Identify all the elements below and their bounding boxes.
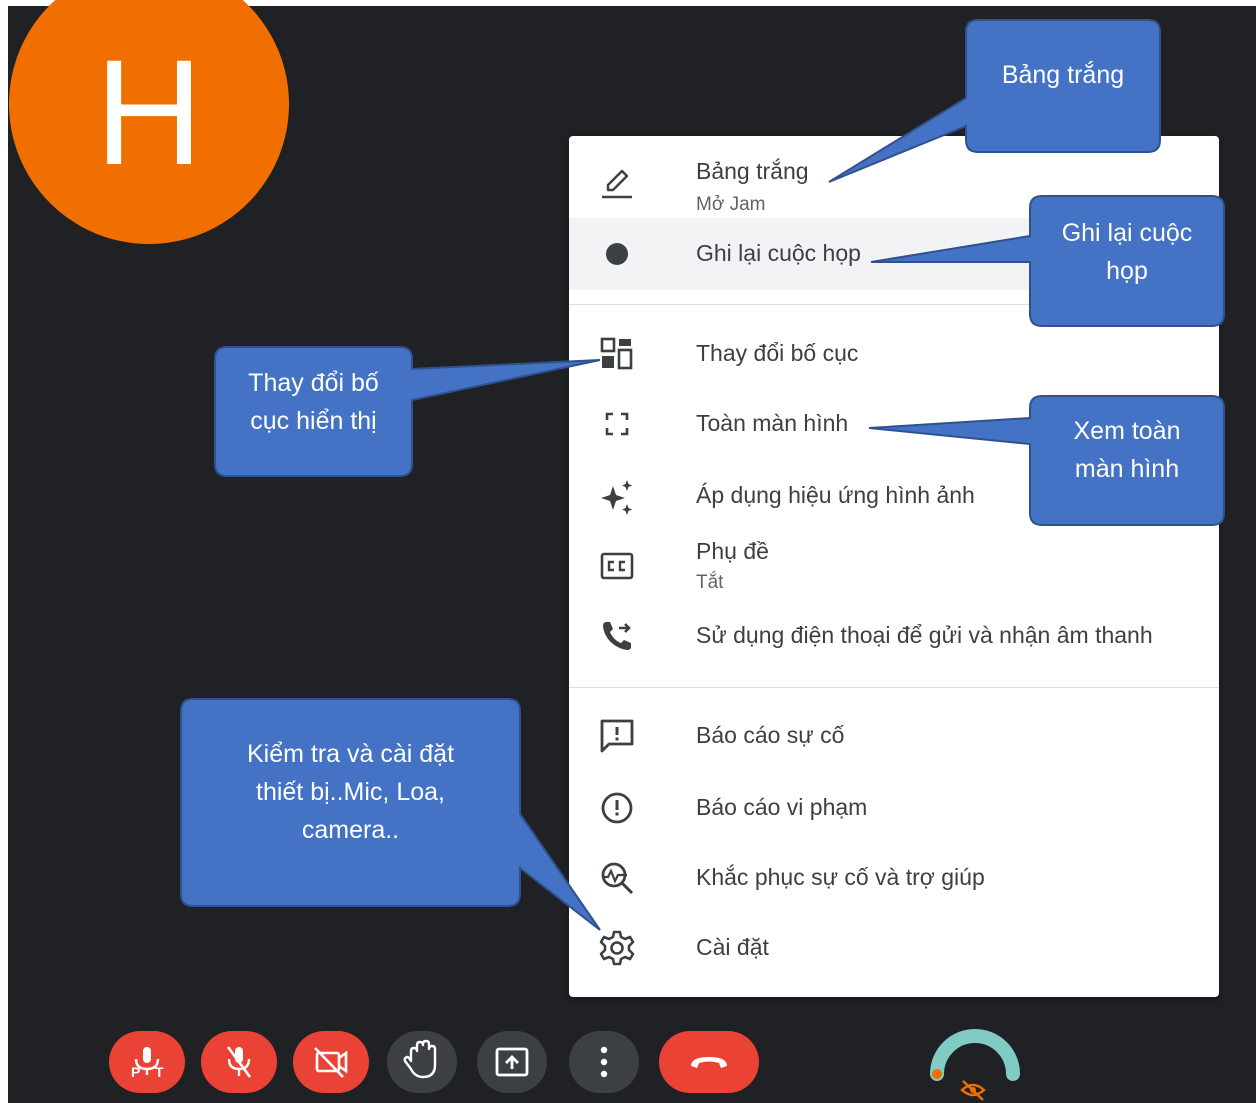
camera-button[interactable]: [293, 1031, 369, 1093]
callout-settings-shape: [180, 698, 601, 931]
raise-hand-icon: [403, 1039, 437, 1079]
camera-off-icon: [314, 1047, 348, 1078]
callout-line: thiết bị..Mic, Loa,: [256, 778, 445, 806]
visibility-off-icon: [960, 1080, 986, 1101]
callout-line: Kiểm tra và cài đặt: [246, 740, 455, 768]
microphone-button[interactable]: [201, 1031, 277, 1093]
svg-text:P: P: [131, 1064, 140, 1080]
push-to-talk-button[interactable]: P T: [109, 1031, 185, 1093]
callout-line: camera..: [301, 816, 400, 844]
callout-settings-text: Kiểm tra và cài đặt thiết bị..Mic, Loa, …: [181, 735, 520, 849]
present-screen-icon: [495, 1047, 529, 1077]
svg-text:T: T: [155, 1064, 164, 1080]
mic-off-icon: [226, 1046, 252, 1078]
meeting-screenshot: H Bảng trắng Mở Jam Ghi lại cuộc họp Tha…: [0, 0, 1256, 1103]
push-to-talk-icon: P T: [131, 1047, 164, 1080]
present-screen-button[interactable]: [477, 1031, 547, 1093]
more-options-button[interactable]: [569, 1031, 639, 1093]
connection-gauge: [930, 1029, 1020, 1101]
end-call-icon: [691, 1057, 727, 1068]
end-call-button[interactable]: [659, 1031, 759, 1093]
raise-hand-button[interactable]: [387, 1031, 457, 1093]
more-options-icon: [600, 1046, 608, 1078]
